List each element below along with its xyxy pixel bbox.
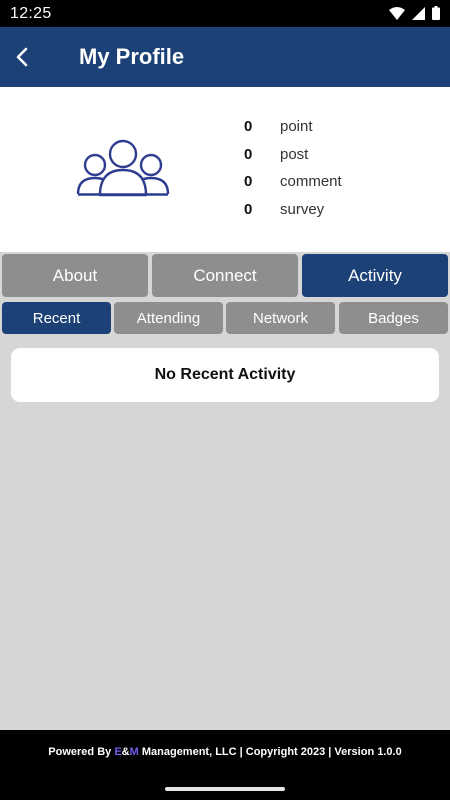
back-button[interactable]: [6, 41, 38, 73]
stat-value: 0: [244, 173, 253, 191]
page-title: My Profile: [79, 44, 185, 69]
brand-amp: &: [121, 746, 130, 758]
stat-value: 0: [244, 118, 253, 136]
tab-about[interactable]: About: [2, 254, 148, 297]
stat-value: 0: [244, 200, 253, 218]
stat-posts: 0 post: [240, 141, 342, 169]
empty-state-message: No Recent Activity: [154, 366, 296, 383]
avatar: [75, 137, 171, 199]
profile-tabs: About Connect Activity: [0, 254, 450, 298]
status-bar: 12:25: [0, 0, 450, 27]
activity-subtabs: Recent Attending Network Badges: [0, 302, 450, 334]
stat-comments: 0 comment: [240, 168, 342, 196]
stat-label: post: [280, 145, 309, 163]
tab-activity[interactable]: Activity: [302, 254, 448, 297]
wifi-icon: [389, 6, 405, 25]
profile-summary: 0 point 0 post 0 comment 0 survey: [0, 87, 450, 252]
home-indicator[interactable]: [165, 787, 285, 791]
brand-e: E: [114, 746, 122, 758]
empty-state-card: No Recent Activity: [11, 348, 439, 402]
stat-points: 0 point: [240, 113, 342, 141]
subtab-badges[interactable]: Badges: [339, 302, 448, 334]
tab-connect[interactable]: Connect: [152, 254, 298, 297]
app-bar: My Profile: [0, 27, 450, 87]
stat-surveys: 0 survey: [240, 196, 342, 224]
footer-credits: Powered By E&M Management, LLC | Copyrig…: [0, 746, 450, 758]
stat-label: survey: [280, 200, 325, 218]
footer-prefix: Powered By: [48, 746, 115, 758]
stat-label: comment: [280, 173, 342, 191]
stat-value: 0: [244, 145, 253, 163]
battery-icon: [432, 6, 440, 25]
footer-suffix: Management, LLC | Copyright 2023 | Versi…: [138, 746, 402, 758]
status-time: 12:25: [10, 5, 52, 22]
users-group-icon: [76, 139, 170, 197]
chevron-left-icon: [16, 47, 28, 67]
subtab-recent[interactable]: Recent: [2, 302, 111, 334]
footer: Powered By E&M Management, LLC | Copyrig…: [0, 730, 450, 800]
signal-icon: [412, 6, 425, 25]
status-icons: [389, 6, 440, 25]
subtab-attending[interactable]: Attending: [114, 302, 223, 334]
stats-list: 0 point 0 post 0 comment 0 survey: [240, 113, 342, 223]
stat-label: point: [280, 118, 313, 136]
subtab-network[interactable]: Network: [226, 302, 335, 334]
brand-m: M: [129, 746, 139, 758]
